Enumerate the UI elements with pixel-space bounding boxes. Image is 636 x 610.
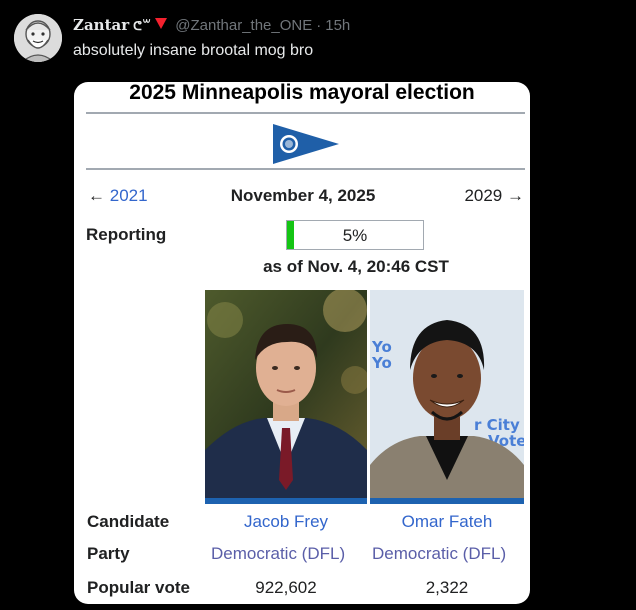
name-glyph: ᕦ꒳ bbox=[133, 19, 152, 33]
tweet-media-image[interactable]: 2025 Minneapolis mayoral election ← 2021… bbox=[74, 82, 530, 604]
party-color-bar bbox=[205, 498, 367, 504]
minneapolis-flag-icon[interactable] bbox=[271, 122, 341, 166]
candidate-row-label: Candidate bbox=[87, 512, 170, 531]
separator: · bbox=[316, 16, 322, 34]
popular-vote-value: 922,602 bbox=[255, 578, 317, 597]
election-date: November 4, 2025 bbox=[230, 186, 376, 205]
user-handle[interactable]: @Zanthar_the_ONE bbox=[175, 17, 312, 34]
party-row-label: Party bbox=[87, 544, 130, 563]
tweet-text: absolutely insane brootal mog bro bbox=[73, 42, 314, 59]
red-triangle-icon bbox=[155, 16, 168, 34]
next-election-year[interactable]: 2029 bbox=[464, 186, 502, 205]
reporting-percent: 5% bbox=[342, 226, 368, 245]
candidate-photo-omar-fateh[interactable]: Yo Yo r City Vote bbox=[370, 290, 524, 498]
divider bbox=[86, 112, 525, 114]
reporting-progress-bar: 5% bbox=[286, 220, 424, 250]
tweet-header: Zantar ᕦ꒳ @Zanthar_the_ONE · 15h bbox=[73, 14, 350, 36]
infobox-title: 2025 Minneapolis mayoral election bbox=[129, 82, 475, 104]
divider bbox=[86, 168, 525, 170]
avatar[interactable] bbox=[14, 14, 62, 62]
popular-vote-value: 2,322 bbox=[425, 578, 469, 597]
popular-vote-row-label: Popular vote bbox=[87, 578, 190, 597]
next-election-link[interactable]: 2029 → bbox=[464, 186, 524, 206]
candidate-name-link[interactable]: Jacob Frey bbox=[205, 512, 367, 532]
display-name[interactable]: Zantar bbox=[73, 16, 129, 34]
as-of-timestamp: as of Nov. 4, 20:46 CST bbox=[263, 257, 449, 276]
party-color-bar bbox=[370, 498, 524, 504]
right-arrow-icon: → bbox=[507, 186, 524, 205]
reporting-label: Reporting bbox=[86, 225, 167, 244]
party-link[interactable]: Democratic (DFL) bbox=[205, 544, 371, 564]
timestamp[interactable]: 15h bbox=[325, 17, 350, 34]
svg-text:Yo: Yo bbox=[371, 354, 392, 372]
party-link[interactable]: Democratic (DFL) bbox=[370, 544, 528, 564]
candidate-photo-jacob-frey[interactable] bbox=[205, 290, 367, 498]
candidate-name-link[interactable]: Omar Fateh bbox=[370, 512, 524, 532]
